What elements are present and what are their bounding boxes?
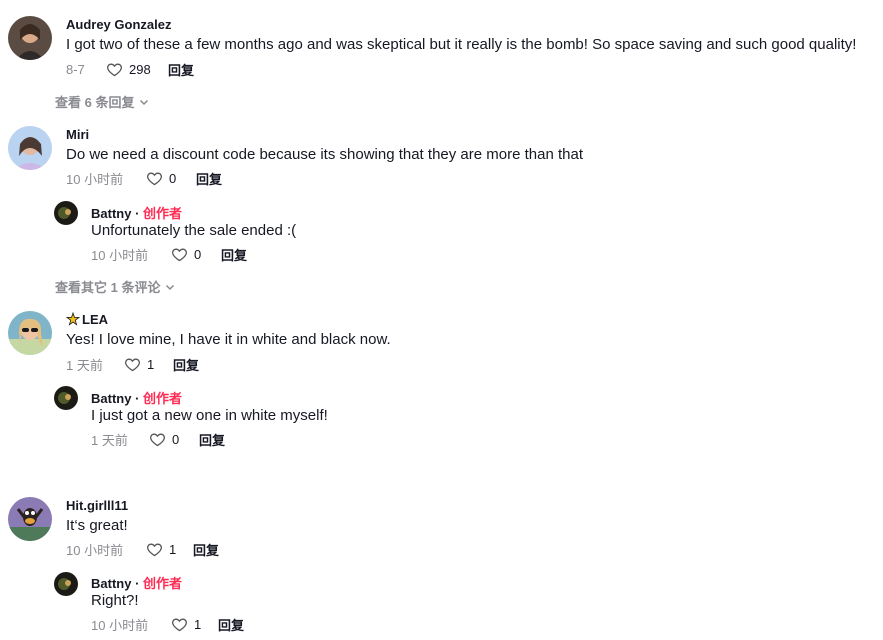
reply-username-line: Battny · 创作者: [91, 203, 182, 222]
comment-text: I got two of these a few months ago and …: [66, 36, 857, 53]
comment-text: Yes! I love mine, I have it in white and…: [66, 331, 391, 348]
comment-meta: 10 小时前 0 回复: [66, 169, 222, 187]
comment-meta: 10 小时前 1 回复: [66, 540, 219, 558]
like-count: 1: [194, 616, 202, 632]
reply-text: I just got a new one in white myself!: [91, 407, 328, 424]
avatar[interactable]: [8, 497, 52, 541]
comment-date: 1 天前: [66, 357, 103, 373]
separator-dot: ·: [135, 576, 140, 591]
like-button[interactable]: 1: [171, 616, 218, 633]
view-replies-label: 查看 6 条回复: [55, 95, 135, 110]
like-count: 0: [194, 246, 202, 262]
comment-date: 8-7: [66, 61, 85, 77]
chevron-down-icon: [140, 99, 149, 105]
creator-badge: 创作者: [143, 206, 183, 221]
reply-button[interactable]: 回复: [168, 60, 194, 79]
reply-username-line: Battny · 创作者: [91, 573, 182, 592]
sparkle-star-icon: [66, 312, 80, 326]
like-count: 298: [129, 61, 151, 77]
like-count: 0: [169, 170, 177, 186]
heart-outline-icon: [125, 358, 140, 371]
comment-username[interactable]: Hit.girlll11: [66, 498, 128, 513]
avatar[interactable]: [54, 201, 78, 225]
comment-username[interactable]: LEA: [82, 312, 108, 327]
comment-text: Do we need a discount code because its s…: [66, 146, 583, 163]
heart-outline-icon: [147, 172, 162, 185]
like-count: 1: [147, 356, 155, 372]
view-replies-button[interactable]: 查看 6 条回复: [55, 92, 150, 111]
reply-username[interactable]: Battny: [91, 206, 131, 221]
reply-username[interactable]: Battny: [91, 391, 131, 406]
comment-text: It‘s great!: [66, 517, 128, 534]
like-button[interactable]: 1: [146, 541, 193, 558]
reply-date: 10 小时前: [91, 617, 149, 633]
reply-username-line: Battny · 创作者: [91, 388, 182, 407]
like-button[interactable]: 0: [171, 246, 221, 263]
chevron-down-icon: [166, 284, 175, 290]
heart-outline-icon: [107, 63, 122, 76]
creator-badge: 创作者: [143, 391, 183, 406]
comment-username[interactable]: Audrey Gonzalez: [66, 17, 171, 32]
reply-button[interactable]: 回复: [193, 540, 219, 559]
creator-badge: 创作者: [143, 576, 183, 591]
reply-button[interactable]: 回复: [218, 615, 244, 634]
like-button[interactable]: 298: [106, 61, 168, 78]
like-button[interactable]: 0: [149, 431, 199, 448]
view-more-comments-button[interactable]: 查看其它 1 条评论: [55, 277, 176, 296]
reply-date: 1 天前: [91, 432, 128, 448]
like-button[interactable]: 0: [146, 170, 196, 187]
like-button[interactable]: 1: [124, 356, 173, 373]
comment-meta: 1 天前 1 回复: [66, 355, 199, 373]
separator-dot: ·: [135, 206, 140, 221]
heart-outline-icon: [172, 248, 187, 261]
reply-text: Unfortunately the sale ended :(: [91, 222, 297, 239]
avatar[interactable]: [8, 126, 52, 170]
avatar[interactable]: [54, 572, 78, 596]
reply-meta: 10 小时前 0 回复: [91, 245, 247, 263]
reply-meta: 1 天前 0 回复: [91, 430, 225, 448]
heart-outline-icon: [172, 618, 187, 631]
comment-username[interactable]: Miri: [66, 127, 89, 142]
heart-outline-icon: [150, 433, 165, 446]
reply-date: 10 小时前: [91, 247, 149, 263]
separator-dot: ·: [135, 391, 140, 406]
avatar[interactable]: [8, 16, 52, 60]
reply-meta: 10 小时前 1 回复: [91, 615, 244, 633]
reply-username[interactable]: Battny: [91, 576, 131, 591]
avatar[interactable]: [8, 311, 52, 355]
avatar[interactable]: [54, 386, 78, 410]
reply-text: Right?!: [91, 592, 139, 609]
comment-username-line: LEA: [66, 312, 108, 327]
like-count: 1: [169, 541, 177, 557]
comment-meta: 8-7 298 回复: [66, 60, 194, 78]
comment-date: 10 小时前: [66, 171, 124, 187]
view-more-label: 查看其它 1 条评论: [55, 280, 161, 295]
reply-button[interactable]: 回复: [199, 430, 225, 449]
reply-button[interactable]: 回复: [173, 355, 199, 374]
comment-date: 10 小时前: [66, 542, 124, 558]
like-count: 0: [172, 431, 180, 447]
reply-button[interactable]: 回复: [196, 169, 222, 188]
reply-button[interactable]: 回复: [221, 245, 247, 264]
heart-outline-icon: [147, 543, 162, 556]
